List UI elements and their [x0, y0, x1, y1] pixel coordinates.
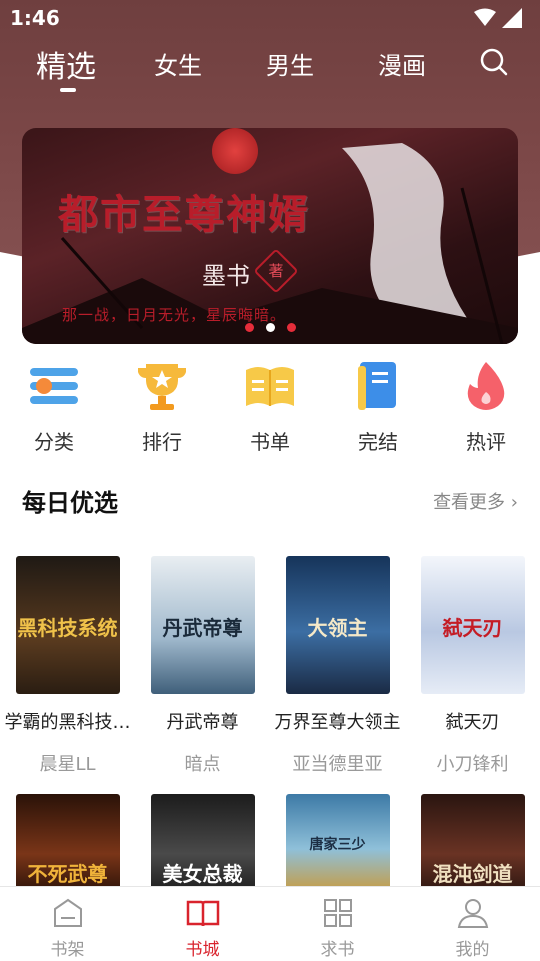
category-icon	[30, 368, 78, 404]
book-open-icon	[186, 900, 219, 927]
category-label: 排行	[142, 430, 182, 454]
carousel-dot[interactable]	[286, 323, 296, 332]
wifi-icon	[474, 8, 496, 26]
nav-profile[interactable]: 我的	[405, 897, 540, 960]
book-title: 万界至尊大领主	[274, 712, 401, 733]
tab-comics[interactable]: 漫画	[378, 46, 426, 81]
book-author: 暗点	[184, 754, 221, 775]
grid-icon	[323, 899, 352, 927]
banner-author: 墨书	[202, 262, 250, 290]
book-card[interactable]: 混沌剑道	[405, 794, 540, 894]
category-finished[interactable]: 完结	[324, 358, 432, 455]
cover-text: 不死武尊	[27, 862, 108, 886]
book-cover: 丹武帝尊	[150, 556, 255, 694]
book-card[interactable]: 黑科技系统 学霸的黑科技… 晨星LL	[0, 556, 135, 776]
banner-slogan: 那一战，日月无光，星辰晦暗。	[62, 306, 287, 324]
nav-request[interactable]: 求书	[270, 897, 405, 960]
flame-icon	[467, 362, 505, 410]
section-title-daily: 每日优选	[22, 489, 118, 517]
carousel-dot-active[interactable]	[265, 323, 275, 332]
trophy-icon	[138, 364, 186, 410]
book-cover: 大领主	[285, 556, 390, 694]
see-more-label: 查看更多	[433, 492, 506, 513]
book-card[interactable]: 丹武帝尊 丹武帝尊 暗点	[135, 556, 270, 776]
status-time: 1:46	[10, 6, 60, 30]
book-author: 小刀锋利	[436, 754, 509, 775]
book-card[interactable]: 弑天刃 弑天刃 小刀锋利	[405, 556, 540, 776]
cover-text: 大领主	[307, 616, 368, 640]
see-more-link[interactable]: 查看更多 ›	[433, 488, 518, 514]
nav-label: 书架	[50, 940, 85, 960]
category-hot-reviews[interactable]: 热评	[432, 358, 540, 455]
cover-text: 混沌剑道	[432, 862, 513, 886]
bookshelf-icon	[53, 898, 82, 927]
category-label: 书单	[250, 430, 290, 454]
category-label: 分类	[34, 430, 74, 454]
cover-text: 唐家三少	[309, 837, 366, 853]
tab-featured[interactable]: 精选	[36, 42, 96, 86]
book-author: 亚当德里亚	[292, 754, 383, 775]
user-icon	[457, 899, 488, 928]
book-card[interactable]: 不死武尊	[0, 794, 135, 894]
book-title: 学霸的黑科技…	[4, 712, 131, 733]
category-ranking[interactable]: 排行	[108, 358, 216, 455]
book-cover: 弑天刃	[420, 556, 525, 694]
banner-stamp-text: 著	[268, 262, 284, 280]
category-label: 热评	[466, 430, 506, 454]
banner-title: 都市至尊神婿	[58, 191, 310, 238]
status-bar: 1:46	[0, 0, 540, 36]
book-cover: 黑科技系统	[15, 556, 120, 694]
category-shortcuts: 分类 排行 书单 完结 热评	[0, 358, 540, 458]
nav-bookstore[interactable]: 书城	[135, 897, 270, 960]
promo-banner[interactable]: 都市至尊神婿 墨书 著 那一战，日月无光，星辰晦暗。	[22, 128, 518, 344]
nav-bookshelf[interactable]: 书架	[0, 897, 135, 960]
nav-label: 我的	[455, 940, 490, 960]
category-label: 完结	[358, 430, 398, 454]
cover-text: 丹武帝尊	[162, 616, 243, 640]
booklist-icon	[246, 367, 294, 406]
status-icons	[474, 8, 522, 28]
book-title: 弑天刃	[445, 712, 500, 733]
nav-label: 书城	[185, 940, 220, 960]
category-booklist[interactable]: 书单	[216, 358, 324, 455]
signal-icon	[502, 8, 522, 28]
book-cover: 混沌剑道	[420, 794, 525, 894]
carousel-dot[interactable]	[244, 323, 254, 332]
channel-tabs: 精选 女生 男生 漫画	[0, 40, 540, 92]
finished-book-icon	[358, 362, 396, 410]
category-classify[interactable]: 分类	[0, 358, 108, 455]
active-tab-indicator	[60, 88, 76, 92]
book-cover: 不死武尊	[15, 794, 120, 894]
cover-text: 弑天刃	[442, 616, 503, 640]
book-title: 丹武帝尊	[166, 712, 239, 733]
cover-text: 美女总裁	[162, 862, 243, 886]
search-icon[interactable]	[478, 46, 510, 78]
carousel-dots	[22, 323, 518, 332]
book-card[interactable]: 美女总裁	[135, 794, 270, 894]
book-cover: 唐家三少	[285, 794, 390, 894]
book-author: 晨星LL	[39, 754, 96, 775]
tab-male[interactable]: 男生	[266, 46, 314, 81]
nav-label: 求书	[320, 940, 355, 960]
book-card[interactable]: 唐家三少	[270, 794, 405, 894]
book-card[interactable]: 大领主 万界至尊大领主 亚当德里亚	[270, 556, 405, 776]
tab-female[interactable]: 女生	[154, 46, 202, 81]
chevron-right-icon: ›	[510, 492, 518, 513]
cover-text: 黑科技系统	[17, 616, 118, 640]
book-cover: 美女总裁	[150, 794, 255, 894]
bottom-nav: 书架 书城 求书 我的	[0, 886, 540, 961]
